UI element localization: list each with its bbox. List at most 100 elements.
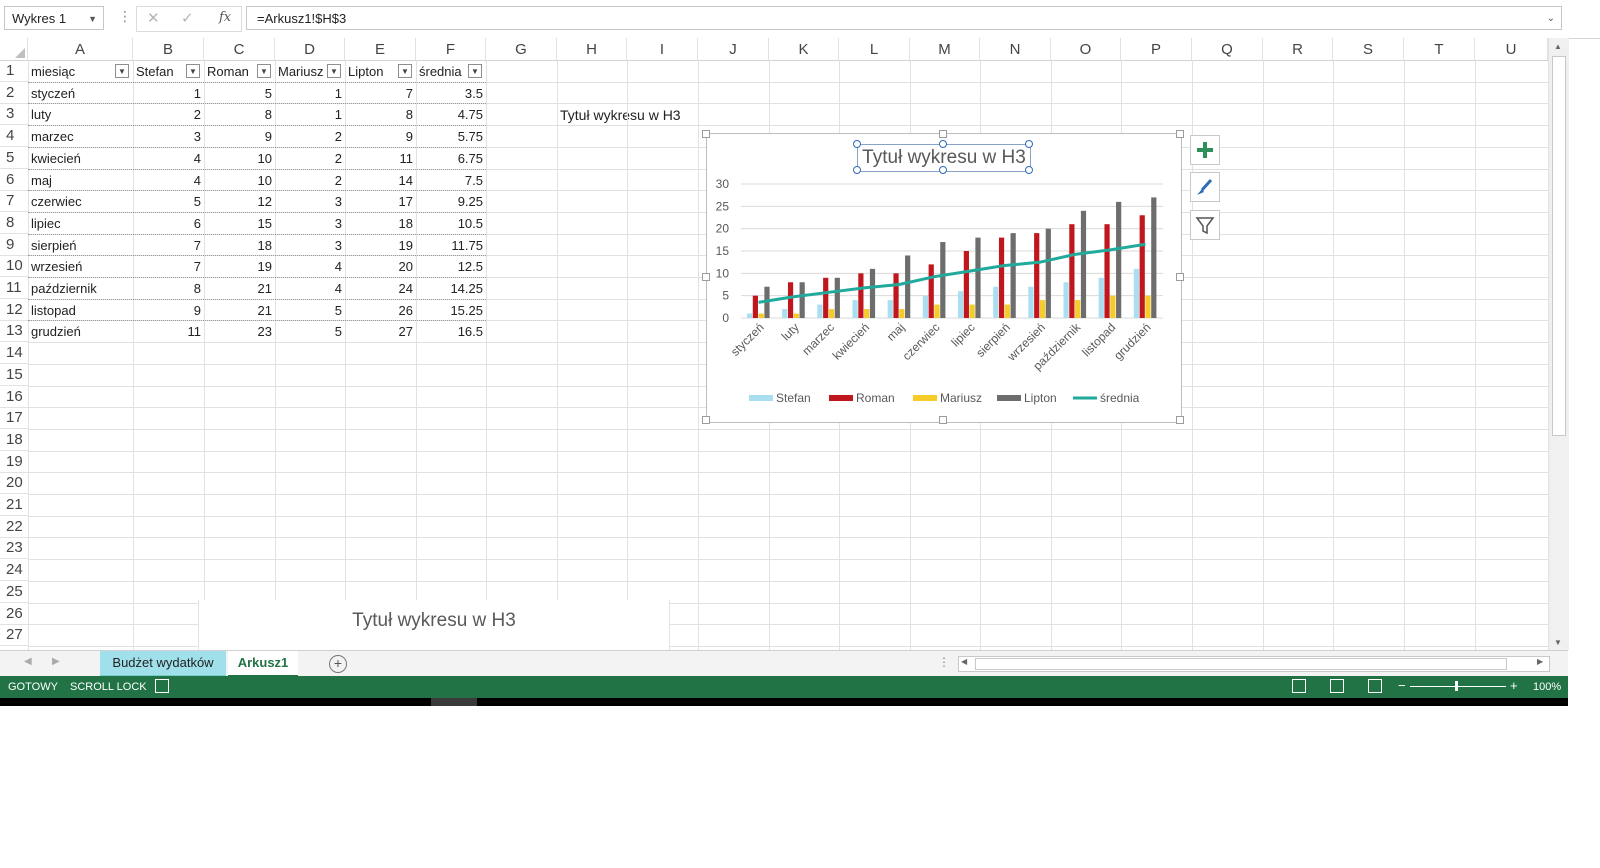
table-cell[interactable]: marzec [28, 125, 133, 147]
table-cell[interactable]: 4 [133, 147, 204, 169]
table-cell[interactable]: 12.5 [416, 255, 486, 277]
vertical-scroll-thumb[interactable] [1552, 56, 1566, 436]
table-cell[interactable]: 4 [275, 255, 345, 277]
column-header-l[interactable]: L [839, 38, 910, 60]
column-header-d[interactable]: D [275, 38, 345, 60]
table-cell[interactable]: 1 [275, 82, 345, 104]
filter-dropdown-icon[interactable]: ▼ [327, 64, 341, 78]
table-cell[interactable]: kwiecień [28, 147, 133, 169]
table-cell[interactable]: luty [28, 103, 133, 125]
table-cell[interactable]: 4.75 [416, 103, 486, 125]
table-cell[interactable]: wrzesień [28, 255, 133, 277]
table-cell[interactable]: 6.75 [416, 147, 486, 169]
table-cell[interactable]: 3 [133, 125, 204, 147]
row-header-12[interactable]: 12 [0, 299, 28, 321]
table-cell[interactable]: 5 [204, 82, 275, 104]
title-handle[interactable] [939, 140, 947, 148]
table-cell[interactable]: 19 [204, 255, 275, 277]
normal-view-icon[interactable] [1292, 679, 1306, 693]
row-header-8[interactable]: 8 [0, 212, 28, 234]
page-layout-view-icon[interactable] [1330, 679, 1344, 693]
insert-function-icon[interactable]: fx [219, 10, 231, 25]
row-header-13[interactable]: 13 [0, 320, 28, 343]
table-cell[interactable]: 19 [345, 234, 416, 256]
horizontal-scrollbar[interactable]: ◀ ▶ [958, 656, 1550, 672]
filter-dropdown-icon[interactable]: ▼ [115, 64, 129, 78]
table-cell[interactable]: 3.5 [416, 82, 486, 104]
tab-budzet-wydatkow[interactable]: Budżet wydatków [100, 651, 226, 676]
row-header-3[interactable]: 3 [0, 103, 28, 126]
table-cell[interactable]: 9 [133, 299, 204, 321]
enter-icon[interactable]: ✓ [181, 9, 194, 27]
table-cell[interactable]: 2 [275, 169, 345, 191]
chart-resize-handle[interactable] [939, 130, 947, 138]
table-header-cell[interactable]: Roman ▼ [204, 60, 275, 82]
table-cell[interactable]: grudzień [28, 320, 133, 342]
table-cell[interactable]: 17 [345, 190, 416, 212]
chevron-down-icon[interactable]: ▼ [88, 7, 97, 31]
row-header-19[interactable]: 19 [0, 451, 28, 473]
column-header-r[interactable]: R [1263, 38, 1333, 60]
column-header-g[interactable]: G [486, 38, 557, 60]
column-header-s[interactable]: S [1333, 38, 1404, 60]
filter-dropdown-icon[interactable]: ▼ [398, 64, 412, 78]
table-cell[interactable]: styczeń [28, 82, 133, 104]
table-cell[interactable]: 5 [133, 190, 204, 212]
table-cell[interactable]: 2 [133, 103, 204, 125]
tab-arkusz1[interactable]: Arkusz1 [228, 651, 298, 678]
table-cell[interactable]: październik [28, 277, 133, 299]
expand-formula-icon[interactable]: ⌄ [1547, 7, 1555, 31]
table-cell[interactable]: 7 [133, 255, 204, 277]
table-cell[interactable]: lipiec [28, 212, 133, 234]
scroll-up-icon[interactable]: ▲ [1554, 42, 1562, 51]
column-header-q[interactable]: Q [1192, 38, 1263, 60]
table-cell[interactable]: 23 [204, 320, 275, 342]
name-box[interactable]: Wykres 1 ▼ [4, 6, 104, 30]
table-header-cell[interactable]: Mariusz ▼ [275, 60, 345, 82]
row-header-4[interactable]: 4 [0, 125, 28, 148]
filter-dropdown-icon[interactable]: ▼ [468, 64, 482, 78]
table-cell[interactable]: 11.75 [416, 234, 486, 256]
zoom-in-icon[interactable]: + [1510, 678, 1518, 693]
column-header-o[interactable]: O [1051, 38, 1121, 60]
table-cell[interactable]: 6 [133, 212, 204, 234]
table-cell[interactable]: 1 [133, 82, 204, 104]
chart-resize-handle[interactable] [1176, 273, 1184, 281]
table-cell[interactable]: 8 [133, 277, 204, 299]
table-cell[interactable]: 15.25 [416, 299, 486, 321]
table-cell[interactable]: 2 [275, 147, 345, 169]
table-cell[interactable]: 9 [204, 125, 275, 147]
table-cell[interactable]: 10 [204, 169, 275, 191]
table-cell[interactable]: 26 [345, 299, 416, 321]
row-header-7[interactable]: 7 [0, 190, 28, 213]
chart-elements-button[interactable] [1190, 135, 1220, 165]
title-handle[interactable] [1025, 140, 1033, 148]
table-cell[interactable]: sierpień [28, 234, 133, 256]
table-cell[interactable]: 5 [275, 299, 345, 321]
table-cell[interactable]: 10.5 [416, 212, 486, 234]
row-header-2[interactable]: 2 [0, 82, 28, 104]
table-cell[interactable]: 18 [345, 212, 416, 234]
formula-input[interactable]: =Arkusz1!$H$3 ⌄ [246, 6, 1562, 30]
table-cell[interactable]: 12 [204, 190, 275, 212]
next-sheet-icon[interactable]: ▶ [52, 656, 60, 667]
table-cell[interactable]: czerwiec [28, 190, 133, 212]
scroll-left-icon[interactable]: ◀ [961, 657, 967, 666]
table-cell[interactable]: 21 [204, 277, 275, 299]
table-cell[interactable]: 4 [133, 169, 204, 191]
column-header-n[interactable]: N [980, 38, 1051, 60]
table-cell[interactable]: 9.25 [416, 190, 486, 212]
taskbar-item[interactable] [431, 698, 477, 706]
table-cell[interactable]: 4 [275, 277, 345, 299]
scroll-right-icon[interactable]: ▶ [1537, 657, 1543, 666]
table-cell[interactable]: 20 [345, 255, 416, 277]
column-header-a[interactable]: A [28, 38, 133, 60]
row-header-5[interactable]: 5 [0, 147, 28, 169]
table-cell[interactable]: 5 [275, 320, 345, 342]
table-cell[interactable]: 10 [204, 147, 275, 169]
zoom-out-icon[interactable]: − [1398, 678, 1406, 693]
row-header-1[interactable]: 1 [0, 60, 28, 82]
table-cell[interactable]: 3 [275, 234, 345, 256]
row-header-10[interactable]: 10 [0, 255, 28, 278]
row-header-22[interactable]: 22 [0, 516, 28, 538]
